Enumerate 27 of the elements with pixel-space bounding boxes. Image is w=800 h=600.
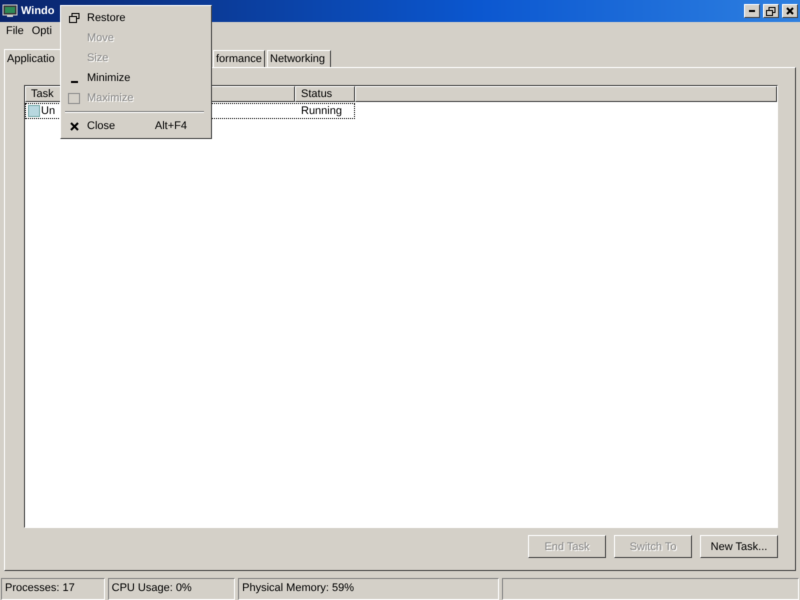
monitor-icon	[2, 4, 18, 18]
tab[interactable]: formance	[213, 50, 265, 67]
restore-button[interactable]	[763, 4, 779, 18]
action-button[interactable]: New Task...	[700, 535, 778, 558]
status-text: Processes: 17	[1, 578, 105, 600]
column-header[interactable]: Status	[295, 86, 355, 102]
restore-icon	[68, 13, 80, 23]
tab[interactable]: Networking	[267, 50, 331, 67]
menu-item[interactable]: Restore	[63, 8, 209, 28]
maximize-icon	[68, 92, 80, 104]
status-text: Physical Memory: 59%	[238, 578, 500, 600]
close-icon	[70, 122, 78, 130]
menu-item[interactable]: File	[2, 24, 28, 36]
minimize-button[interactable]	[744, 4, 760, 18]
close-icon	[786, 7, 794, 15]
close-button[interactable]	[782, 4, 798, 18]
menu-item[interactable]: Minimize	[63, 68, 209, 88]
minimize-icon	[70, 81, 78, 83]
restore-icon	[766, 6, 776, 16]
menu-item[interactable]: Opti	[28, 24, 56, 36]
task-status: Running	[301, 105, 342, 117]
menu-item[interactable]: Close Alt+F4	[63, 116, 209, 136]
minimize-icon	[749, 10, 755, 12]
window-title: Windo	[21, 5, 54, 17]
window-icon	[28, 105, 40, 117]
status-text: CPU Usage: 0%	[108, 578, 236, 600]
task-name: Un	[41, 105, 56, 117]
